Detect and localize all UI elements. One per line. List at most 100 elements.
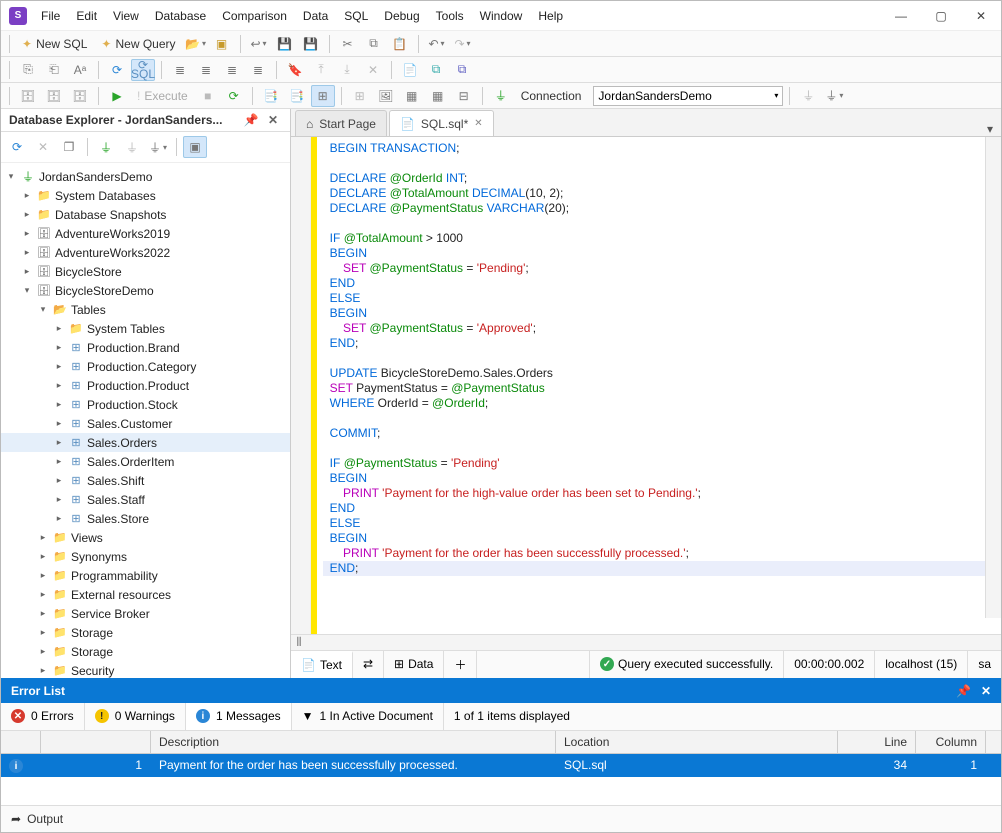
indent-right-icon[interactable]: ≣ [194, 59, 218, 81]
tree-item[interactable]: ▸📁Database Snapshots [1, 205, 290, 224]
tree-item[interactable]: ▸📁Programmability [1, 566, 290, 585]
menu-view[interactable]: View [107, 5, 145, 27]
output-tab[interactable]: ➦Output [1, 805, 1001, 832]
paste-button[interactable]: 📋 [388, 33, 412, 55]
tab-start-page[interactable]: ⌂Start Page [295, 110, 387, 136]
tree-item[interactable]: ▸⊞Production.Category [1, 357, 290, 376]
minimize-button[interactable]: — [881, 1, 921, 31]
menu-window[interactable]: Window [474, 5, 529, 27]
tb2-bm2[interactable]: ⤒ [309, 59, 333, 81]
text-tab-button[interactable]: 📄Text [291, 651, 353, 678]
horizontal-scrollbar[interactable]: ⦀ [291, 634, 1001, 650]
tree-item[interactable]: ▾⏚JordanSandersDemo [1, 167, 290, 186]
warnings-tab[interactable]: !0 Warnings [85, 703, 186, 730]
menu-file[interactable]: File [35, 5, 66, 27]
menu-edit[interactable]: Edit [70, 5, 103, 27]
tree-item[interactable]: ▸📁Views [1, 528, 290, 547]
tree-item[interactable]: ▸⊞Production.Product [1, 376, 290, 395]
tb2-bm4[interactable]: ✕ [361, 59, 385, 81]
maximize-button[interactable]: ▢ [921, 1, 961, 31]
tb3-a[interactable]: 📑 [259, 85, 283, 107]
error-grid[interactable]: Description Location Line Column i 1 Pay… [1, 731, 1001, 806]
vertical-scrollbar[interactable] [985, 137, 1001, 618]
exp-conn2-icon[interactable]: ⏚ [120, 136, 144, 158]
menu-debug[interactable]: Debug [378, 5, 425, 27]
tb2-g1[interactable]: ⧉ [424, 59, 448, 81]
copy-button[interactable]: ⧉ [362, 33, 386, 55]
swap-button[interactable]: ⇄ [353, 651, 384, 678]
tree-item[interactable]: ▸📁System Tables [1, 319, 290, 338]
tree-item[interactable]: ▸⊞Sales.Orders [1, 433, 290, 452]
tree-item[interactable]: ▸🗄AdventureWorks2019 [1, 224, 290, 243]
tree-item[interactable]: ▾📂Tables [1, 300, 290, 319]
tb3-f[interactable]: ▦ [426, 85, 450, 107]
tree-item[interactable]: ▸📁Security [1, 661, 290, 678]
tree-item[interactable]: ▸📁External resources [1, 585, 290, 604]
exp-conn3-icon[interactable]: ⏚ [146, 136, 170, 158]
tb3-1[interactable]: 🗄 [16, 85, 40, 107]
error-row[interactable]: i 1 Payment for the order has been succe… [1, 754, 1001, 778]
tb2-2[interactable]: ⎗ [42, 59, 66, 81]
stop-button[interactable]: ■ [196, 85, 220, 107]
tree-item[interactable]: ▸⊞Sales.Customer [1, 414, 290, 433]
connection-icon[interactable]: ⏚ [489, 85, 513, 107]
exp-window-icon[interactable]: ❐ [57, 136, 81, 158]
menu-tools[interactable]: Tools [430, 5, 470, 27]
filter-tab[interactable]: ▼1 In Active Document [292, 703, 444, 730]
exp-close-icon[interactable]: ✕ [31, 136, 55, 158]
undo-arrow-icon[interactable]: ↩ [247, 33, 271, 55]
menu-data[interactable]: Data [297, 5, 334, 27]
tree-item[interactable]: ▸⊞Sales.Shift [1, 471, 290, 490]
redo-button[interactable]: ↷ [451, 33, 475, 55]
indent-left-icon[interactable]: ≣ [168, 59, 192, 81]
undo-button[interactable]: ↶ [425, 33, 449, 55]
cut-button[interactable]: ✂ [336, 33, 360, 55]
tree-item[interactable]: ▾🗄BicycleStoreDemo [1, 281, 290, 300]
save-all-button[interactable]: 💾 [299, 33, 323, 55]
tab-close-icon[interactable]: ✕ [474, 118, 482, 129]
tab-sql-file[interactable]: 📄SQL.sql*✕ [389, 110, 494, 136]
refresh-button[interactable]: ⟳ [105, 59, 129, 81]
split-handle-icon[interactable]: ⦀ [291, 635, 307, 650]
close-button[interactable]: ✕ [961, 1, 1001, 31]
data-tab-button[interactable]: ⊞Data [384, 651, 444, 678]
explorer-tree[interactable]: ▾⏚JordanSandersDemo▸📁System Databases▸📁D… [1, 163, 290, 678]
new-query-button[interactable]: ✦New Query [95, 37, 181, 51]
messages-tab[interactable]: i1 Messages [186, 703, 292, 730]
code-editor[interactable]: BEGIN TRANSACTION; DECLARE @OrderId INT;… [291, 137, 1001, 634]
bookmark-icon[interactable]: 🔖 [283, 59, 307, 81]
save-button[interactable]: 💾 [273, 33, 297, 55]
doc-icon[interactable]: 📄 [398, 59, 422, 81]
tb3-conn1[interactable]: ⏚ [796, 85, 820, 107]
tree-item[interactable]: ▸📁Synonyms [1, 547, 290, 566]
tree-item[interactable]: ▸🗄AdventureWorks2022 [1, 243, 290, 262]
add-tab-button[interactable]: ＋ [444, 651, 477, 678]
menu-database[interactable]: Database [149, 5, 212, 27]
errorlist-close-icon[interactable]: ✕ [981, 684, 991, 698]
tree-item[interactable]: ▸🗄BicycleStore [1, 262, 290, 281]
menu-help[interactable]: Help [532, 5, 569, 27]
tree-item[interactable]: ▸📁System Databases [1, 186, 290, 205]
tree-item[interactable]: ▸📁Service Broker [1, 604, 290, 623]
errorlist-pin-icon[interactable]: 📌 [956, 684, 971, 698]
tb3-conn2[interactable]: ⏚ [822, 85, 846, 107]
tb2-g2[interactable]: ⧉ [450, 59, 474, 81]
uncomment-icon[interactable]: ≣ [246, 59, 270, 81]
tree-item[interactable]: ▸⊞Production.Stock [1, 395, 290, 414]
open-file-button[interactable]: 📂 [184, 33, 208, 55]
exp-refresh-icon[interactable]: ⟳ [5, 136, 29, 158]
tree-item[interactable]: ▸📁Storage [1, 623, 290, 642]
tb3-sync[interactable]: ⟳ [222, 85, 246, 107]
run-button[interactable]: ▶ [105, 85, 129, 107]
menu-comparison[interactable]: Comparison [216, 5, 293, 27]
tb3-g[interactable]: ⊟ [452, 85, 476, 107]
menu-sql[interactable]: SQL [338, 5, 374, 27]
execute-button[interactable]: !Execute [131, 89, 194, 103]
tb2-bm3[interactable]: ⤓ [335, 59, 359, 81]
comment-icon[interactable]: ≣ [220, 59, 244, 81]
code-area[interactable]: BEGIN TRANSACTION; DECLARE @OrderId INT;… [317, 137, 1001, 634]
tb3-c[interactable]: ⊞ [311, 85, 335, 107]
exp-view-icon[interactable]: ▣ [183, 136, 207, 158]
toolbar1-btn1[interactable]: ▣ [210, 33, 234, 55]
connection-dropdown[interactable]: JordanSandersDemo▾ [593, 86, 783, 106]
